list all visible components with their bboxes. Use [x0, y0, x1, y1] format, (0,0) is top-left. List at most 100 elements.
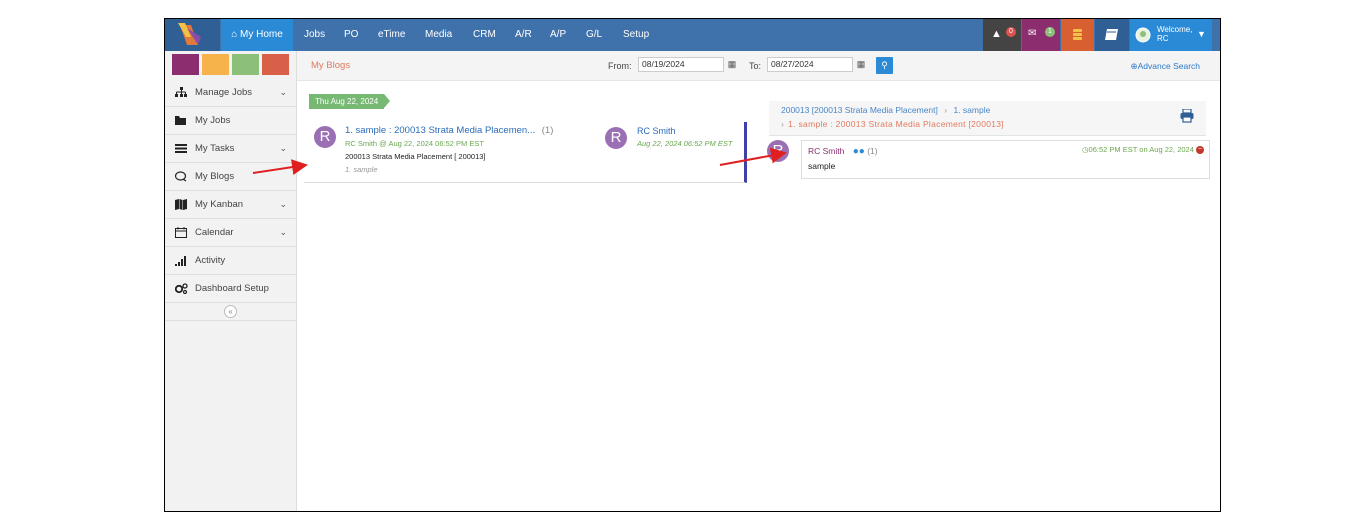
tasks-icon — [175, 143, 187, 154]
toolbar: My Blogs From: ▦ To: ▦ ⚲ ⊕Advance Search — [297, 51, 1220, 81]
nav-ar[interactable]: A/R — [515, 19, 532, 51]
author-avatar: R — [605, 127, 627, 149]
search-button[interactable]: ⚲ — [876, 57, 893, 74]
theme-swatch-green[interactable] — [232, 54, 259, 75]
from-calendar-icon[interactable]: ▦ — [723, 57, 741, 72]
search-plus-icon: ⊕ — [1130, 61, 1138, 71]
sidebar-item-label: Activity — [195, 255, 226, 266]
users-icon[interactable]: ●● — [853, 146, 865, 157]
nav-etime[interactable]: eTime — [378, 19, 405, 51]
sidebar-item-my-kanban[interactable]: My Kanban ⌄ — [165, 191, 296, 219]
nav-gl[interactable]: G/L — [586, 19, 602, 51]
nav-jobs[interactable]: Jobs — [304, 19, 325, 51]
sitemap-icon — [175, 87, 187, 98]
nav-setup[interactable]: Setup — [623, 19, 649, 51]
sidebar-item-activity[interactable]: Activity — [165, 247, 296, 275]
chevron-down-icon: ⌄ — [279, 199, 287, 209]
sidebar-item-calendar[interactable]: Calendar ⌄ — [165, 219, 296, 247]
comment-text: sample — [808, 161, 836, 171]
message-badge: 1 — [1045, 27, 1055, 37]
sidebar-item-label: Dashboard Setup — [195, 283, 269, 294]
nav-my-home[interactable]: ⌂ My Home — [221, 19, 293, 51]
database-button[interactable] — [1061, 19, 1094, 51]
nav-po[interactable]: PO — [344, 19, 358, 51]
author-time: Aug 22, 2024 06:52 PM EST — [637, 139, 733, 148]
comment-card: RC Smith ●● (1) ◷06:52 PM EST on Aug 22,… — [801, 140, 1210, 179]
author-name[interactable]: RC Smith — [637, 126, 676, 136]
nav-crm[interactable]: CRM — [473, 19, 496, 51]
cogs-icon — [174, 283, 188, 295]
sidebar-item-my-jobs[interactable]: My Jobs — [165, 107, 296, 135]
home-icon: ⌂ — [231, 29, 238, 40]
sidebar-item-label: My Jobs — [195, 115, 231, 126]
comment-time: 06:52 PM EST on Aug 22, 2024 — [1088, 145, 1194, 154]
delete-icon[interactable]: − — [1196, 146, 1204, 155]
sidebar-item-dashboard-setup[interactable]: Dashboard Setup — [165, 275, 296, 303]
bell-icon: ▲ — [991, 28, 1002, 40]
breadcrumb: 200013 [200013 Strata Media Placement] ›… — [781, 105, 990, 115]
theme-swatch-red[interactable] — [262, 54, 289, 75]
folder-icon — [175, 115, 187, 126]
collapse-sidebar-icon[interactable]: « — [224, 305, 237, 318]
breadcrumb-topic[interactable]: 1. sample — [953, 105, 990, 115]
comments-icon — [174, 171, 187, 182]
user-name: RC — [1157, 34, 1169, 43]
page-title: My Blogs — [311, 60, 351, 71]
sidebar-item-manage-jobs[interactable]: Manage Jobs ⌄ — [165, 79, 296, 107]
sidebar-item-my-blogs[interactable]: My Blogs — [165, 163, 296, 191]
comment-count: (1) — [867, 146, 878, 156]
messages-button[interactable]: ✉ 1 — [1022, 19, 1060, 51]
advance-search-link[interactable]: ⊕Advance Search — [1131, 61, 1201, 72]
top-navbar: ⌂ My Home Jobs PO eTime Media CRM A/R A/… — [165, 19, 1220, 51]
from-date-input[interactable] — [638, 57, 724, 72]
book-button[interactable] — [1095, 19, 1129, 51]
sidebar-item-my-tasks[interactable]: My Tasks ⌄ — [165, 135, 296, 163]
theme-swatch-orange[interactable] — [202, 54, 229, 75]
sidebar: Manage Jobs ⌄ My Jobs My Tasks ⌄ My Blog… — [165, 51, 297, 511]
user-avatar-icon — [1135, 27, 1151, 43]
avatar: R — [314, 126, 336, 148]
comment-author[interactable]: RC Smith — [808, 146, 844, 156]
logo-icon — [178, 23, 201, 45]
blog-entry-subtitle: 1. sample — [345, 165, 378, 174]
nav-my-home-label: My Home — [240, 29, 283, 40]
to-calendar-icon[interactable]: ▦ — [852, 57, 870, 72]
print-icon[interactable] — [1180, 109, 1194, 123]
chevron-down-icon: ⌄ — [279, 227, 287, 237]
nav-media[interactable]: Media — [425, 19, 452, 51]
envelope-icon: ✉ — [1028, 28, 1037, 39]
theme-swatch-purple[interactable] — [172, 54, 199, 75]
blog-entry-meta: RC Smith @ Aug 22, 2024 06:52 PM EST — [345, 139, 484, 148]
app-window: ⌂ My Home Jobs PO eTime Media CRM A/R A/… — [164, 18, 1221, 512]
caret-down-icon: ▼ — [1197, 29, 1206, 39]
blog-entry-title-row: 1. sample : 200013 Strata Media Placemen… — [345, 125, 553, 136]
to-label: To: — [749, 61, 762, 71]
blog-entry[interactable]: R 1. sample : 200013 Strata Media Placem… — [304, 122, 747, 183]
blog-entry-count: (1) — [541, 125, 554, 136]
notification-badge: 0 — [1006, 27, 1016, 37]
map-icon — [175, 199, 187, 210]
sidebar-item-label: My Kanban — [195, 199, 244, 210]
detail-header: 200013 [200013 Strata Media Placement] ›… — [769, 101, 1206, 136]
breadcrumb-current-label: 1. sample : 200013 Strata Media Placemen… — [788, 119, 1004, 129]
book-icon — [1105, 29, 1118, 40]
logo[interactable] — [165, 19, 220, 51]
sidebar-item-label: My Blogs — [195, 171, 235, 182]
nav-ap[interactable]: A/P — [550, 19, 566, 51]
sidebar-item-label: Manage Jobs — [195, 87, 253, 98]
user-menu[interactable]: Welcome, RC ▼ — [1130, 19, 1212, 51]
signal-icon — [175, 255, 187, 266]
date-group-tag: Thu Aug 22, 2024 — [309, 94, 391, 109]
breadcrumb-current: › 1. sample : 200013 Strata Media Placeme… — [781, 119, 1004, 129]
breadcrumb-separator-icon: › — [781, 119, 785, 129]
sidebar-collapse-bar: « — [165, 303, 296, 321]
breadcrumb-job[interactable]: 200013 [200013 Strata Media Placement] — [781, 105, 938, 115]
calendar-icon — [175, 227, 187, 238]
breadcrumb-separator-icon: › — [944, 105, 948, 115]
notifications-button[interactable]: ▲ 0 — [983, 19, 1021, 51]
to-date-input[interactable] — [767, 57, 853, 72]
blog-entry-title[interactable]: 1. sample : 200013 Strata Media Placemen… — [345, 125, 535, 136]
chevron-down-icon: ⌄ — [279, 87, 287, 97]
sidebar-item-label: Calendar — [195, 227, 234, 238]
blog-entry-job: 200013 Strata Media Placement [ 200013] — [345, 152, 486, 161]
